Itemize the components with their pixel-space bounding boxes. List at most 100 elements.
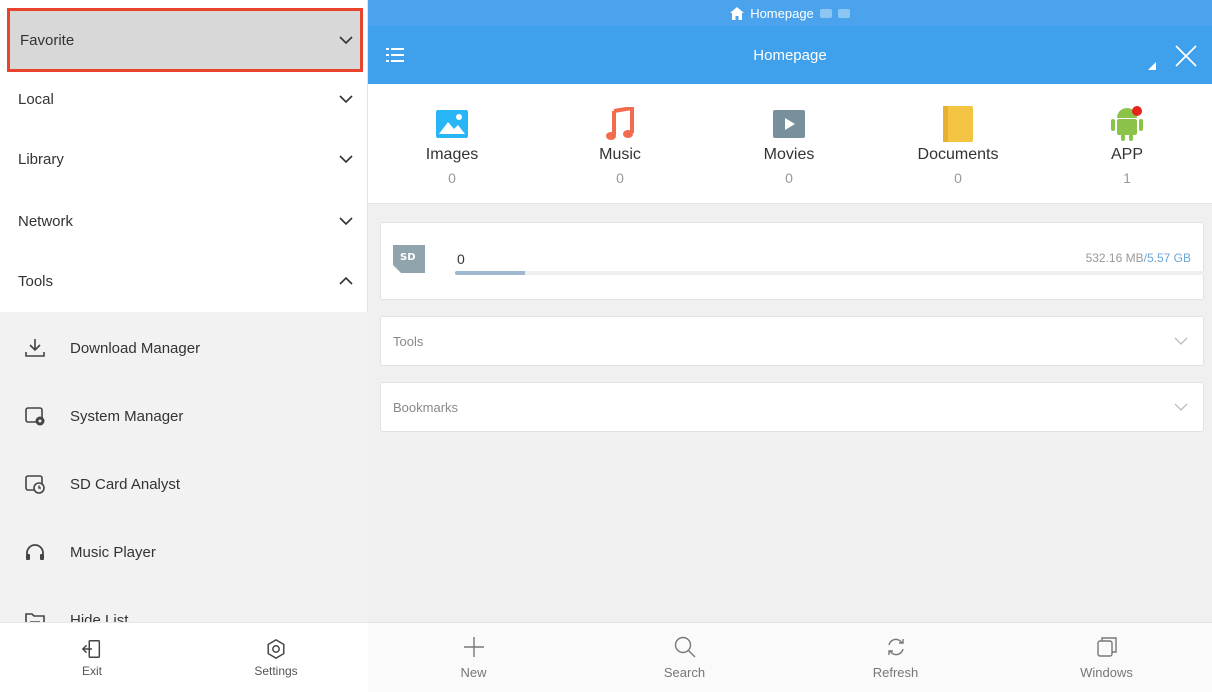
category-name: Documents bbox=[917, 146, 999, 163]
drawer-section-label: Favorite bbox=[20, 31, 75, 49]
drawer-section-label: Local bbox=[18, 90, 54, 108]
chevron-down-icon bbox=[339, 95, 353, 104]
category-name: Movies bbox=[763, 146, 815, 163]
svg-text:SD: SD bbox=[400, 252, 416, 263]
storage-size: 532.16 MB/5.57 GB bbox=[1086, 251, 1191, 265]
hide-list-icon bbox=[22, 607, 48, 622]
category-app[interactable]: APP 1 bbox=[1043, 84, 1211, 204]
search-label: Search bbox=[663, 665, 706, 680]
gear-icon bbox=[267, 638, 285, 659]
menu-list-icon bbox=[386, 48, 404, 62]
page-title: Homepage bbox=[753, 46, 827, 64]
drawer-bottom-bar: Exit Settings bbox=[0, 622, 368, 692]
windows-button[interactable]: Windows bbox=[1001, 623, 1212, 692]
category-count: 0 bbox=[448, 170, 456, 186]
system-manager-icon bbox=[22, 403, 48, 429]
category-name: Images bbox=[425, 146, 479, 163]
sd-card-storage[interactable]: SD 0 532.16 MB/5.57 GB bbox=[380, 222, 1205, 300]
chevron-up-icon bbox=[339, 276, 353, 285]
category-documents[interactable]: Documents 0 bbox=[874, 84, 1042, 204]
drawer-section-favorite[interactable]: Favorite bbox=[7, 8, 363, 72]
tool-item-label: SD Card Analyst bbox=[70, 475, 181, 493]
tools-panel[interactable]: Tools bbox=[380, 316, 1204, 366]
refresh-label: Refresh bbox=[872, 665, 919, 680]
category-images[interactable]: Images 0 bbox=[368, 84, 536, 204]
category-name: Music bbox=[599, 146, 641, 163]
music-icon bbox=[600, 104, 640, 144]
drawer-section-label: Network bbox=[18, 212, 74, 230]
drawer-section-label: Library bbox=[18, 150, 64, 168]
storage-total: /5.57 GB bbox=[1143, 251, 1191, 265]
tool-item-sd-card-analyst[interactable]: SD Card Analyst bbox=[0, 450, 368, 518]
tool-item-hide-list[interactable]: Hide List bbox=[0, 586, 368, 622]
home-icon bbox=[730, 6, 745, 20]
storage-usage-fill bbox=[455, 271, 525, 275]
exit-label: Exit bbox=[81, 663, 102, 678]
category-count: 1 bbox=[1123, 170, 1131, 186]
movies-icon bbox=[769, 104, 809, 144]
drawer-section-label: Tools bbox=[18, 272, 54, 290]
chevron-down-icon bbox=[339, 155, 353, 164]
chevron-down-icon bbox=[339, 217, 353, 226]
search-icon bbox=[674, 636, 695, 658]
tool-item-music-player[interactable]: Music Player bbox=[0, 518, 368, 586]
plus-icon bbox=[463, 637, 484, 657]
storage-used: 532.16 MB bbox=[1085, 251, 1144, 265]
resize-handle-icon[interactable] bbox=[1148, 62, 1156, 70]
window-tab-indicator[interactable] bbox=[837, 8, 850, 18]
bottom-toolbar: New Search Refresh Windows bbox=[368, 622, 1212, 692]
storage-usage-bar bbox=[455, 271, 1205, 275]
tools-panel-label: Tools bbox=[393, 333, 424, 349]
drawer-section-local[interactable]: Local bbox=[0, 68, 368, 130]
drawer-section-tools[interactable]: Tools bbox=[0, 250, 368, 312]
app-toolbar: Homepage bbox=[368, 26, 1212, 84]
window-tab-label[interactable]: Homepage bbox=[750, 6, 814, 21]
drawer-section-network[interactable]: Network bbox=[0, 190, 368, 252]
search-button[interactable]: Search bbox=[579, 623, 790, 692]
settings-label: Settings bbox=[254, 663, 298, 678]
sd-analyst-icon bbox=[22, 471, 48, 497]
refresh-icon bbox=[887, 638, 904, 656]
window-tab-indicator[interactable] bbox=[819, 8, 832, 18]
documents-icon bbox=[938, 104, 978, 144]
tools-submenu: Download Manager System Manager SD Card … bbox=[0, 312, 368, 622]
headphones-icon bbox=[22, 539, 48, 565]
exit-icon bbox=[81, 639, 101, 658]
main-pane: Homepage Homepage Images 0 Music 0 Movie… bbox=[368, 0, 1212, 692]
new-button[interactable]: New bbox=[368, 623, 579, 692]
chevron-down-icon bbox=[1174, 337, 1188, 345]
category-movies[interactable]: Movies 0 bbox=[705, 84, 873, 204]
windows-icon bbox=[1096, 637, 1117, 657]
close-button[interactable] bbox=[1170, 40, 1202, 72]
chevron-down-icon bbox=[1174, 403, 1188, 411]
tool-item-label: System Manager bbox=[70, 407, 184, 425]
navigation-drawer: Favorite Local Library Network Tools Dow… bbox=[0, 0, 368, 692]
menu-button[interactable] bbox=[376, 35, 416, 75]
android-icon bbox=[1107, 104, 1147, 144]
close-icon bbox=[1175, 45, 1197, 67]
category-name: APP bbox=[1110, 146, 1143, 163]
bookmarks-panel-label: Bookmarks bbox=[393, 399, 459, 415]
new-label: New bbox=[460, 665, 487, 680]
windows-label: Windows bbox=[1080, 665, 1133, 680]
refresh-button[interactable]: Refresh bbox=[790, 623, 1001, 692]
window-tab-bar: Homepage bbox=[368, 0, 1212, 26]
sd-card-icon: SD bbox=[393, 245, 425, 273]
tool-item-label: Music Player bbox=[70, 543, 156, 561]
category-count: 0 bbox=[616, 170, 624, 186]
tool-item-download-manager[interactable]: Download Manager bbox=[0, 314, 368, 382]
tool-item-label: Download Manager bbox=[70, 339, 201, 357]
chevron-down-icon bbox=[339, 36, 353, 45]
download-icon bbox=[22, 335, 48, 361]
images-icon bbox=[432, 104, 472, 144]
category-count: 0 bbox=[785, 170, 793, 186]
exit-button[interactable]: Exit bbox=[0, 623, 184, 692]
bookmarks-panel[interactable]: Bookmarks bbox=[380, 382, 1204, 432]
tool-item-system-manager[interactable]: System Manager bbox=[0, 382, 368, 450]
category-music[interactable]: Music 0 bbox=[536, 84, 704, 204]
tool-item-label: Hide List bbox=[70, 611, 129, 623]
settings-button[interactable]: Settings bbox=[184, 623, 368, 692]
drawer-section-library[interactable]: Library bbox=[0, 128, 368, 190]
storage-name: 0 bbox=[457, 251, 465, 267]
category-count: 0 bbox=[954, 170, 962, 186]
